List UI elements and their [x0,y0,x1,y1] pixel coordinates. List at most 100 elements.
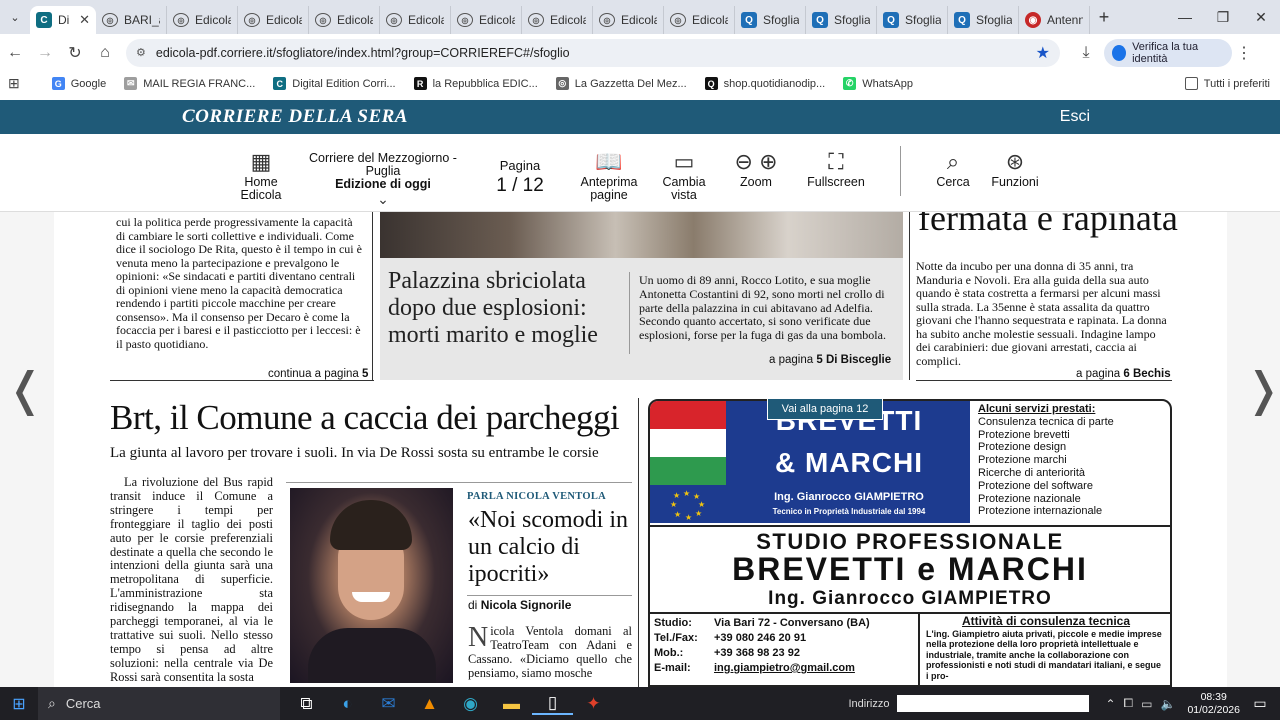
all-bookmarks[interactable]: Tutti i preferiti [1184,77,1270,90]
browser-tab[interactable]: Q Sfoglia [735,6,806,34]
chevron-down-icon[interactable]: ⌄ [300,192,466,206]
new-tab-button[interactable]: + [1090,7,1118,28]
continua-ref[interactable]: continua a pagina 5 [268,368,368,380]
page-number[interactable]: 1 / 12 [490,175,550,197]
change-view-button[interactable]: ▭ Cambia vista [656,148,712,202]
home-edicola-button[interactable]: ▦ Home Edicola [238,148,284,202]
page-label: Pagina [499,158,541,173]
bookmark-item[interactable]: G Google [51,77,106,90]
ad-service-item: Consulenza tecnica di parte [978,415,1114,428]
zoom-in-icon[interactable]: ⊕ [759,149,777,174]
palazzina-ref[interactable]: a pagina 5 Di Bisceglie [769,354,891,366]
rapinata-ref[interactable]: a pagina 6 Bechis [1076,368,1171,380]
view-label-2: vista [671,188,697,202]
address-toolbar-input[interactable] [897,695,1090,712]
preview-pages-button[interactable]: 📖 Anteprima pagine [574,148,644,202]
bookmark-item[interactable]: ✉ MAIL REGIA FRANC... [124,77,255,90]
browser-tab[interactable]: ◎ Edicola [664,6,735,34]
battery-icon[interactable]: ▭ [1141,697,1152,711]
zoom-out-icon[interactable]: ⊖ [735,149,753,174]
back-icon[interactable]: ← [0,44,30,62]
ad-service-item: Ricerche di anteriorità [978,466,1085,479]
browser-tab[interactable]: ◎ BARI_a [96,6,167,34]
site-logo[interactable]: CORRIERE DELLA SERA [182,106,408,128]
column-rule [372,212,373,380]
notification-icon[interactable]: ▭ [1240,695,1280,712]
browser-tab[interactable]: ◉ Antenn [1019,6,1090,34]
vlc-icon[interactable]: ▲ [409,694,450,714]
maximize-icon[interactable]: ❐ [1204,9,1242,26]
browser-tab[interactable]: ◎ Edicola [522,6,593,34]
home-icon[interactable]: ⌂ [90,44,120,62]
site-info-icon[interactable]: ⚙ [136,46,146,59]
outlook-icon[interactable]: ✉ [368,694,409,714]
bookmark-item[interactable]: ◎ La Gazzetta Del Mez... [555,77,687,90]
browser-icon[interactable]: ◉ [450,694,491,714]
file-explorer-icon[interactable]: ▬ [491,694,532,714]
ventola-headline[interactable]: «Noi scomodi in un calcio di ipocriti» [468,507,638,588]
document-icon[interactable]: ▯ [532,693,573,715]
bookmark-item[interactable]: Rla Repubblica EDIC... [413,77,538,90]
browser-tab[interactable]: ◎ Edicola [167,6,238,34]
browser-tab[interactable]: Q Sfoglia [806,6,877,34]
network-icon[interactable]: ⧠ [1124,696,1134,711]
fullscreen-button[interactable]: ⛶ Fullscreen [800,148,872,189]
search-label: Cerca [936,175,970,189]
browser-tab[interactable]: Q Sfoglia [948,6,1019,34]
edge-icon[interactable]: ◐ [327,694,368,714]
publication-selector[interactable]: Corriere del Mezzogiorno - Puglia Edizio… [300,152,466,207]
brt-headline[interactable]: Brt, il Comune a caccia dei parcheggi [110,398,650,438]
omnibox[interactable]: ⚙ edicola-pdf.corriere.it/sfogliatore/in… [126,38,1060,67]
minimize-icon[interactable]: — [1166,9,1204,26]
next-page-arrow-icon[interactable]: ❭ [1244,362,1280,416]
bookmark-item[interactable]: ✆ WhatsApp [843,77,913,90]
close-tab-icon[interactable]: ✕ [79,12,90,28]
eu-star: ★ [674,510,682,519]
contact-key: Tel./Fax: [654,632,698,644]
identity-button[interactable]: Verifica la tua identità [1104,38,1232,67]
browser-tab[interactable]: C Di ✕ [30,6,96,34]
apps-grid-icon[interactable]: ⊞ [8,75,20,92]
windows-start-icon[interactable]: ⊞ [0,694,38,714]
volume-icon[interactable]: 🔈 [1160,697,1175,711]
browser-tab[interactable]: ◎ Edicola [593,6,664,34]
browser-tab[interactable]: ◎ Edicola [380,6,451,34]
ventola-rule [467,595,632,596]
browser-tab[interactable]: Q Sfoglia [877,6,948,34]
page-viewer[interactable]: ❬ ❭ cui la politica perde progressivamen… [0,212,1280,687]
address-toolbar-label: Indirizzo [848,697,890,710]
taskbar-search[interactable]: ⌕ Cerca [38,687,280,720]
reload-icon[interactable]: ↻ [60,43,90,63]
browser-tab[interactable]: ◎ Edicola [309,6,380,34]
clock[interactable]: 08:39 01/02/2026 [1187,691,1240,717]
contact-value: ing.giampietro@gmail.com [714,662,855,674]
bookmark-star-icon[interactable]: ★ [1036,43,1050,63]
chevron-up-icon[interactable]: ⌃ [1105,697,1115,711]
task-view-icon[interactable]: ⧉ [286,694,327,714]
app-icon[interactable]: ✦ [573,694,614,714]
ad-consulting-text: L'ing. Giampietro aiuta privati, piccole… [926,628,1162,681]
logout-button[interactable]: Esci [1060,108,1090,126]
tab-title: Di [58,13,70,27]
palazzina-headline[interactable]: Palazzina sbriciolata dopo due esplosion… [388,268,618,349]
forward-icon[interactable]: → [30,44,60,62]
functions-button[interactable]: ⊛ Funzioni [986,148,1044,189]
menu-kebab-icon[interactable]: ⋮ [1232,43,1256,63]
browser-tab[interactable]: ◎ Edicola [238,6,309,34]
prev-page-arrow-icon[interactable]: ❬ [6,362,45,416]
search-button[interactable]: ⌕ Cerca [930,148,976,189]
bookmark-item[interactable]: C Digital Edition Corri... [273,77,396,90]
taskbar: ⊞ ⌕ Cerca ⧉ ◐ ✉ ▲ ◉ ▬ ▯ ✦ Indirizzo ⌃ ⧠ … [0,687,1280,720]
newspaper-page[interactable]: cui la politica perde progressivamente l… [54,212,1227,687]
tab-search-chevron-icon[interactable]: ⌄ [0,0,30,34]
bookmark-item[interactable]: Qshop.quotidianodip... [704,77,825,90]
tab-favicon-icon: ◎ [386,13,402,27]
bookmark-favicon-icon: C [273,77,287,90]
download-icon[interactable]: ⤓ [1068,44,1104,62]
rapinata-headline[interactable]: fermata e rapinata [918,212,1188,236]
ad-engineer-big: Ing. Gianrocco GIAMPIETRO [650,588,1170,614]
close-window-icon[interactable]: ✕ [1242,9,1280,26]
browser-tab[interactable]: ◎ Edicola [451,6,522,34]
advertisement[interactable]: ★ ★ ★ ★ ★ ★ ★ ★ BREVETTI & MARCHI Ing. Gianrocc… [648,399,1172,687]
url-text[interactable]: edicola-pdf.corriere.it/sfogliatore/inde… [156,46,1036,60]
